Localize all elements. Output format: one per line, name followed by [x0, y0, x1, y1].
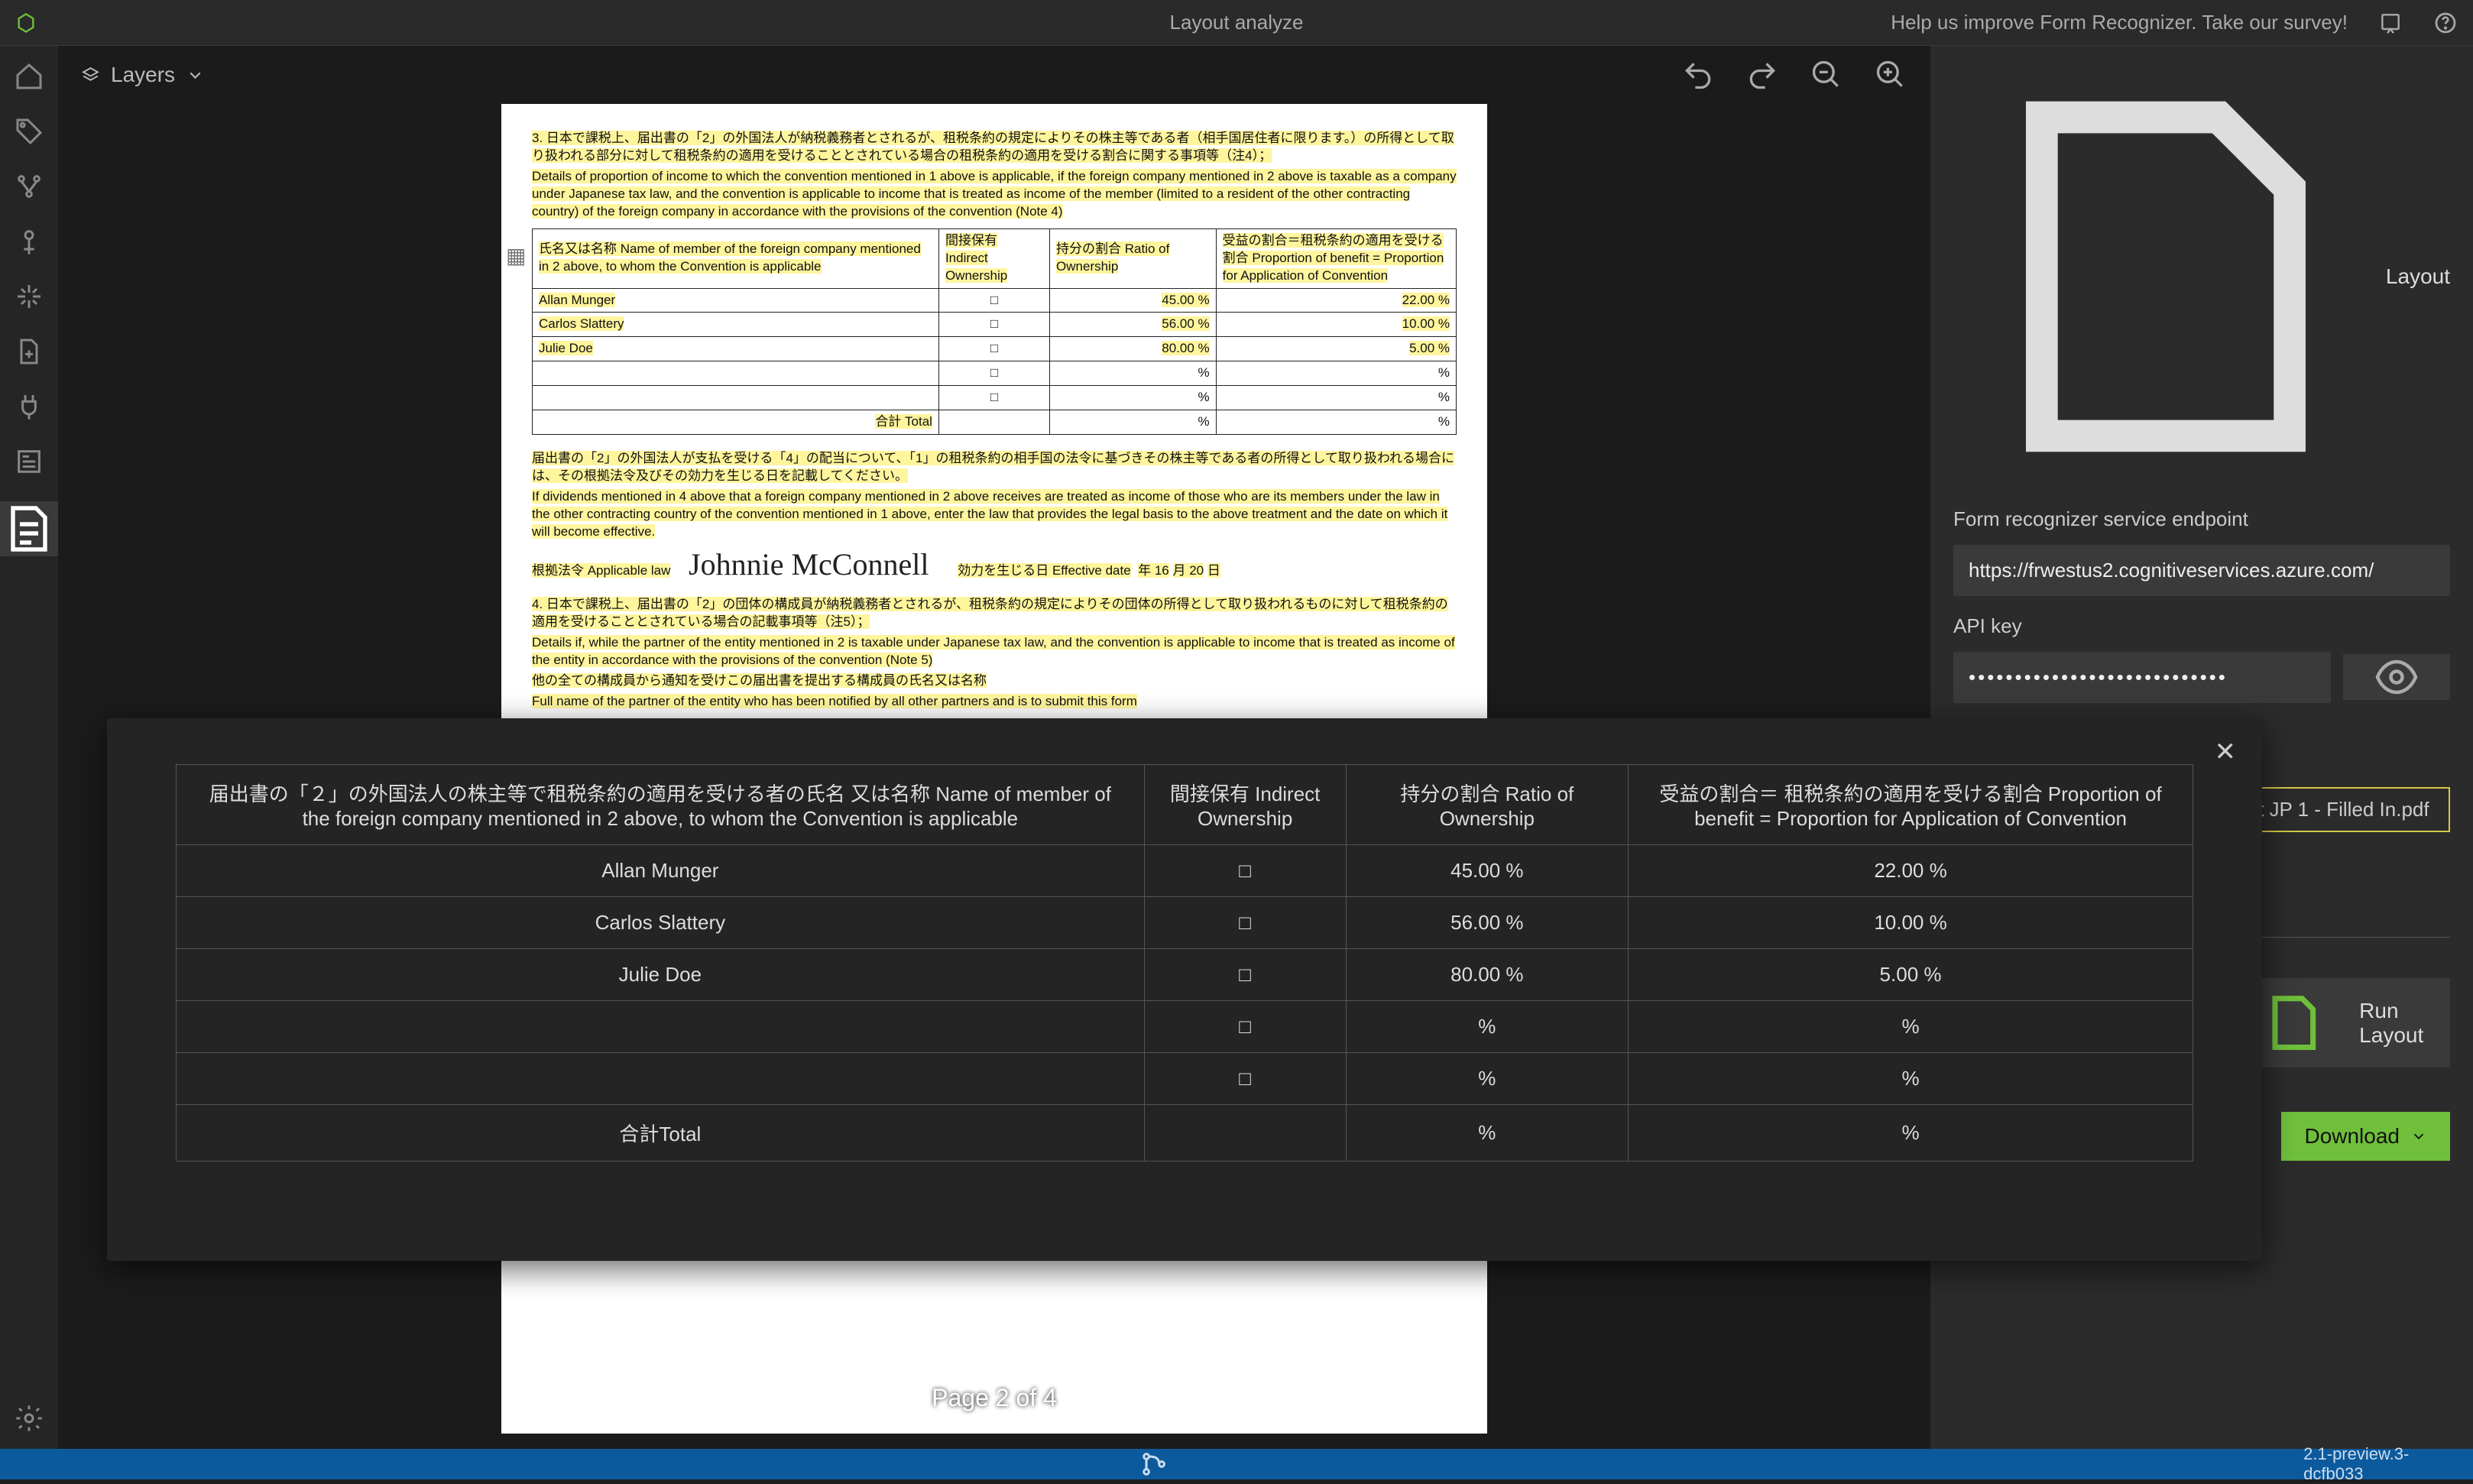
table-header-ratio: 持分の割合 Ratio of Ownership — [1346, 765, 1628, 845]
survey-link[interactable]: Help us improve Form Recognizer. Take ou… — [1891, 11, 2348, 34]
home-icon[interactable] — [14, 61, 44, 92]
result-table: 届出書の「２」の外国法人の株主等で租税条約の適用を受ける者の氏名 又は名称 Na… — [176, 764, 2193, 1162]
app-title: Layout analyze — [1170, 11, 1304, 34]
branch-icon — [15, 1449, 2293, 1479]
tag-icon[interactable] — [14, 116, 44, 147]
table-row: Allan Munger□45.00 %22.00 % — [177, 845, 2193, 897]
canvas-toolbar: Layers — [58, 46, 1930, 104]
table-row: □%% — [177, 1053, 2193, 1105]
table-row: □%% — [177, 1001, 2193, 1053]
table-total-row: 合計Total%% — [177, 1105, 2193, 1162]
apikey-input[interactable] — [1953, 652, 2331, 703]
endpoint-input[interactable] — [1953, 545, 2450, 596]
settings-icon[interactable] — [14, 1403, 44, 1434]
zoom-in-icon[interactable] — [1874, 58, 1907, 92]
spark-icon[interactable] — [14, 281, 44, 312]
layers-label: Layers — [111, 63, 175, 87]
page-indicator: Page 2 of 4 — [932, 1382, 1057, 1414]
close-icon[interactable]: ✕ — [2215, 737, 2237, 767]
doc-text: 届出書の「2」の外国法人が支払を受ける「4」の配当について、「1」の租税条約の相… — [532, 451, 1454, 483]
table-header-name: 届出書の「２」の外国法人の株主等で租税条約の適用を受ける者の氏名 又は名称 Na… — [177, 765, 1145, 845]
table-marker-icon: ▦ — [506, 241, 526, 271]
person-pin-icon[interactable] — [14, 226, 44, 257]
app-logo-icon — [15, 12, 37, 34]
download-button[interactable]: Download — [2281, 1112, 2450, 1161]
redo-icon[interactable] — [1745, 58, 1779, 92]
doc-mini-table: 氏名又は名称 Name of member of the foreign com… — [532, 228, 1457, 435]
panel-header: Layout — [1953, 64, 2450, 489]
form-icon[interactable] — [14, 446, 44, 477]
doc-text: Details of proportion of income to which… — [532, 169, 1457, 219]
table-row: Julie Doe□80.00 %5.00 % — [177, 949, 2193, 1001]
undo-icon[interactable] — [1681, 58, 1715, 92]
version-text: 2.1-preview.3-dcfb033 — [2303, 1444, 2458, 1484]
endpoint-label: Form recognizer service endpoint — [1953, 507, 2450, 531]
table-row: Carlos Slattery□56.00 %10.00 % — [177, 897, 2193, 949]
titlebar: Layout analyze Help us improve Form Reco… — [0, 0, 2473, 46]
feedback-icon[interactable] — [2378, 11, 2403, 35]
zoom-out-icon[interactable] — [1810, 58, 1843, 92]
table-preview-modal: ✕ 届出書の「２」の外国法人の株主等で租税条約の適用を受ける者の氏名 又は名称 … — [107, 718, 2262, 1261]
new-file-icon[interactable] — [14, 336, 44, 367]
table-header-benefit: 受益の割合＝ 租税条約の適用を受ける割合 Proportion of benef… — [1629, 765, 2193, 845]
status-bar: 2.1-preview.3-dcfb033 — [0, 1449, 2473, 1479]
signature-text: Johnnie McConnell — [689, 544, 929, 585]
layers-dropdown[interactable]: Layers — [81, 63, 205, 87]
doc-text: If dividends mentioned in 4 above that a… — [532, 489, 1447, 539]
plug-icon[interactable] — [14, 391, 44, 422]
table-header-indirect: 間接保有 Indirect Ownership — [1144, 765, 1346, 845]
reveal-password-icon[interactable] — [2343, 654, 2450, 700]
connections-icon[interactable] — [14, 171, 44, 202]
help-icon[interactable] — [2433, 11, 2458, 35]
layout-analyze-icon[interactable] — [0, 501, 58, 556]
apikey-label: API key — [1953, 614, 2450, 638]
left-nav-rail — [0, 46, 58, 1449]
doc-text: 3. 日本で課税上、届出書の「2」の外国法人が納税義務者とされるが、租税条約の規… — [532, 131, 1454, 163]
